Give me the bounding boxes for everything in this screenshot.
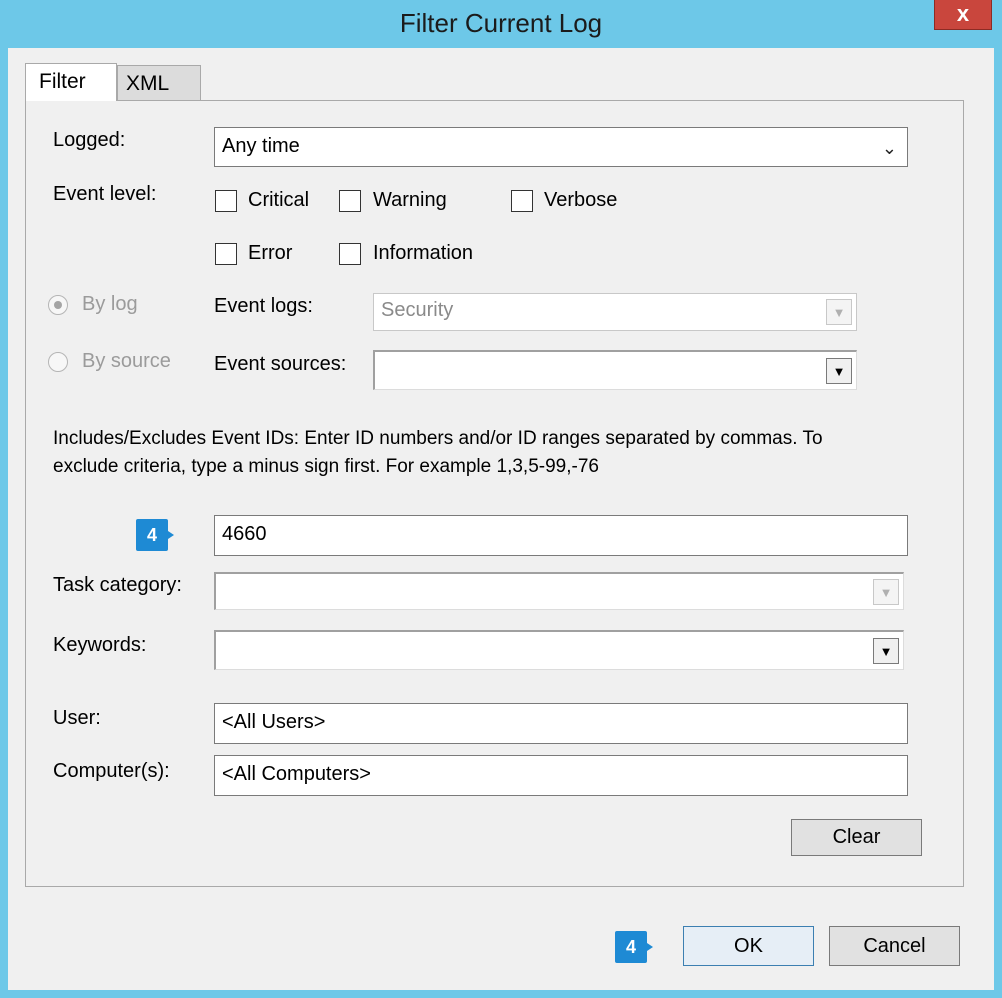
verbose-label: Verbose: [544, 189, 618, 211]
dropdown-arrow-icon: ▼: [873, 638, 899, 664]
computers-input[interactable]: <All Computers>: [214, 755, 908, 796]
logged-label: Logged:: [53, 129, 126, 151]
tab-xml[interactable]: XML: [117, 65, 201, 101]
information-checkbox[interactable]: [339, 243, 361, 265]
user-value: <All Users>: [222, 711, 326, 733]
dialog-window: Filter Current Log x Filter XML Logged: …: [0, 0, 1002, 998]
by-log-radio[interactable]: [48, 295, 68, 315]
chevron-down-icon: ⌄: [881, 138, 897, 158]
warning-checkbox[interactable]: [339, 190, 361, 212]
logged-select[interactable]: Any time ⌄: [214, 127, 908, 167]
information-label: Information: [373, 242, 474, 264]
close-button[interactable]: x: [934, 0, 992, 30]
task-category-select[interactable]: ▼: [214, 572, 904, 610]
title-bar[interactable]: Filter Current Log x: [0, 0, 1002, 48]
step-marker-ok: 4: [615, 931, 653, 963]
dropdown-arrow-icon: ▼: [826, 299, 852, 325]
ok-button[interactable]: OK: [683, 926, 814, 966]
computers-label: Computer(s):: [53, 760, 170, 782]
event-ids-help-line1: Includes/Excludes Event IDs: Enter ID nu…: [53, 428, 823, 449]
verbose-checkbox[interactable]: [511, 190, 533, 212]
keywords-select[interactable]: ▼: [214, 630, 904, 670]
by-log-label: By log: [82, 293, 138, 315]
window-title: Filter Current Log: [399, 8, 603, 38]
step-marker-ids: 4: [136, 519, 174, 551]
event-logs-label: Event logs:: [214, 295, 313, 317]
cancel-button[interactable]: Cancel: [829, 926, 960, 966]
tab-filter-label: Filter: [39, 70, 86, 93]
radio-selected-dot: [54, 301, 62, 309]
tab-xml-label: XML: [126, 72, 170, 95]
event-ids-help-line2: exclude criteria, type a minus sign firs…: [53, 456, 599, 477]
error-checkbox[interactable]: [215, 243, 237, 265]
event-sources-select[interactable]: ▼: [373, 350, 857, 390]
error-label: Error: [248, 242, 293, 264]
event-ids-value: 4660: [222, 523, 267, 545]
event-logs-value: Security: [381, 299, 454, 321]
event-logs-select[interactable]: Security ▼: [373, 293, 857, 331]
computers-value: <All Computers>: [222, 763, 371, 785]
keywords-label: Keywords:: [53, 634, 147, 656]
dropdown-arrow-icon: ▼: [873, 579, 899, 605]
warning-label: Warning: [373, 189, 447, 211]
by-source-label: By source: [82, 350, 171, 372]
by-source-radio[interactable]: [48, 352, 68, 372]
event-level-label: Event level:: [53, 183, 157, 205]
clear-button[interactable]: Clear: [791, 819, 922, 856]
dialog-client-area: Filter XML Logged: Any time ⌄ Event leve…: [8, 48, 994, 990]
critical-checkbox[interactable]: [215, 190, 237, 212]
event-sources-label: Event sources:: [214, 353, 347, 375]
user-label: User:: [53, 707, 101, 729]
event-ids-input[interactable]: 4660: [214, 515, 908, 556]
logged-value: Any time: [222, 135, 300, 157]
tab-filter[interactable]: Filter: [25, 63, 117, 101]
dropdown-arrow-icon: ▼: [826, 358, 852, 384]
task-category-label: Task category:: [53, 574, 182, 596]
user-input[interactable]: <All Users>: [214, 703, 908, 744]
critical-label: Critical: [248, 189, 310, 211]
